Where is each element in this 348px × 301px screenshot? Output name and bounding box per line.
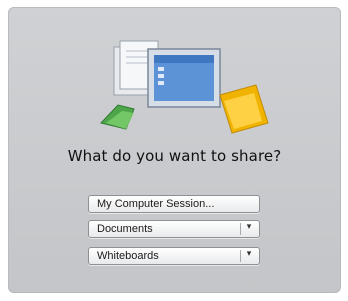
share-question-title: What do you want to share?: [67, 147, 282, 165]
monitor-window-icon: [147, 48, 221, 108]
select-divider: [240, 250, 241, 262]
share-illustration-icon: [100, 40, 269, 134]
chevron-down-icon[interactable]: ▾: [244, 222, 254, 234]
whiteboards-select-value: Whiteboards: [97, 250, 159, 262]
chevron-down-icon[interactable]: ▾: [244, 249, 254, 261]
share-panel: What do you want to share? My Computer S…: [8, 7, 341, 293]
select-divider: [240, 223, 241, 235]
yellow-folder-icon: [219, 84, 269, 134]
my-computer-session-button[interactable]: My Computer Session...: [88, 195, 260, 213]
documents-select-value: Documents: [97, 223, 153, 235]
my-computer-session-label: My Computer Session...: [97, 198, 215, 210]
share-illustration: [96, 37, 281, 142]
documents-select[interactable]: Documents ▾: [88, 220, 260, 238]
green-folder-icon: [100, 104, 135, 130]
whiteboards-select[interactable]: Whiteboards ▾: [88, 247, 260, 265]
